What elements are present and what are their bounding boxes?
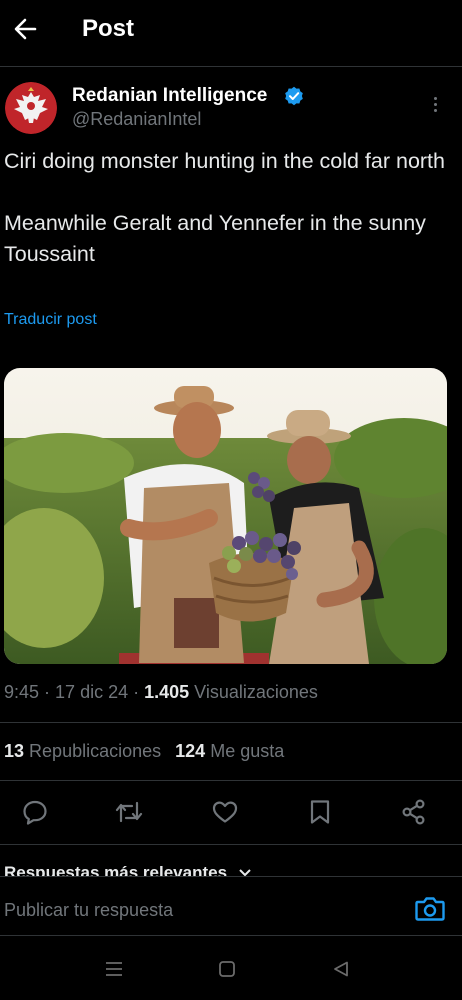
system-back-button[interactable] xyxy=(329,958,353,980)
like-button[interactable] xyxy=(210,797,240,827)
repost-icon xyxy=(115,801,143,823)
bookmark-icon xyxy=(310,800,330,824)
likes-label: Me gusta xyxy=(210,741,285,761)
photo-couple-with-grapes xyxy=(4,368,447,664)
recent-apps-button[interactable] xyxy=(102,958,126,980)
views-label: Visualizaciones xyxy=(194,682,318,702)
reposts-label: Republicaciones xyxy=(29,741,162,761)
reply-button[interactable] xyxy=(20,797,50,827)
reply-icon xyxy=(23,800,47,825)
post-paragraph: Ciri doing monster hunting in the cold f… xyxy=(4,149,445,173)
replies-sort-label: Respuestas más relevantes xyxy=(4,863,228,876)
home-button[interactable] xyxy=(215,958,239,980)
system-nav-bar xyxy=(0,938,462,1000)
action-bar xyxy=(0,793,462,833)
reposts-stat[interactable]: 13 Republicaciones xyxy=(4,741,161,761)
share-button[interactable] xyxy=(399,797,429,827)
back-triangle-icon xyxy=(334,961,348,977)
back-button[interactable] xyxy=(10,12,40,46)
page-title: Post xyxy=(82,15,135,42)
top-bar: Post xyxy=(0,0,462,64)
bookmark-button[interactable] xyxy=(305,797,335,827)
author-handle[interactable]: @RedanianIntel xyxy=(72,109,201,130)
reply-bottom-divider xyxy=(0,935,462,936)
translate-post-link[interactable]: Traducir post xyxy=(4,311,97,329)
reply-composer: Publicar tu respuesta xyxy=(0,876,462,936)
repost-button[interactable] xyxy=(114,797,144,827)
views-count: 1.405 xyxy=(144,682,190,702)
avatar[interactable] xyxy=(5,82,57,134)
camera-button[interactable] xyxy=(414,894,446,924)
reposts-count: 13 xyxy=(4,741,25,761)
like-icon xyxy=(212,801,238,823)
post-text: Ciri doing monster hunting in the cold f… xyxy=(4,146,454,270)
post-paragraph: Meanwhile Geralt and Yennefer in the sun… xyxy=(4,211,426,266)
chevron-down-icon xyxy=(239,869,251,876)
more-dot-icon xyxy=(433,108,437,112)
share-icon xyxy=(402,799,425,825)
header-divider xyxy=(0,66,462,67)
reply-top-divider xyxy=(0,876,462,877)
home-icon xyxy=(219,961,235,977)
verified-badge-icon xyxy=(285,86,303,106)
post-stats: 13 Republicaciones 124 Me gusta xyxy=(4,741,284,762)
post-time: 9:45 xyxy=(4,682,40,702)
more-dot-icon xyxy=(433,96,437,100)
meta-divider xyxy=(0,722,462,723)
reply-input[interactable]: Publicar tu respuesta xyxy=(4,900,173,921)
replies-sort-dropdown[interactable]: Respuestas más relevantes xyxy=(4,862,404,876)
recent-apps-icon xyxy=(106,962,122,976)
post-meta: 9:45 · 17 dic 24 · 1.405 Visualizaciones xyxy=(4,682,318,702)
more-options-button[interactable] xyxy=(424,92,446,116)
post-image[interactable] xyxy=(4,368,447,664)
post-date: 17 dic 24 xyxy=(55,682,129,702)
likes-count: 124 xyxy=(175,741,206,761)
arrow-left-icon xyxy=(14,18,37,40)
likes-stat[interactable]: 124 Me gusta xyxy=(175,741,284,761)
more-dot-icon xyxy=(433,102,437,106)
actions-divider xyxy=(0,844,462,845)
eagle-crest-icon xyxy=(5,82,57,134)
stats-divider xyxy=(0,780,462,781)
author-display-name[interactable]: Redanian Intelligence xyxy=(72,85,267,107)
camera-icon xyxy=(415,897,445,921)
